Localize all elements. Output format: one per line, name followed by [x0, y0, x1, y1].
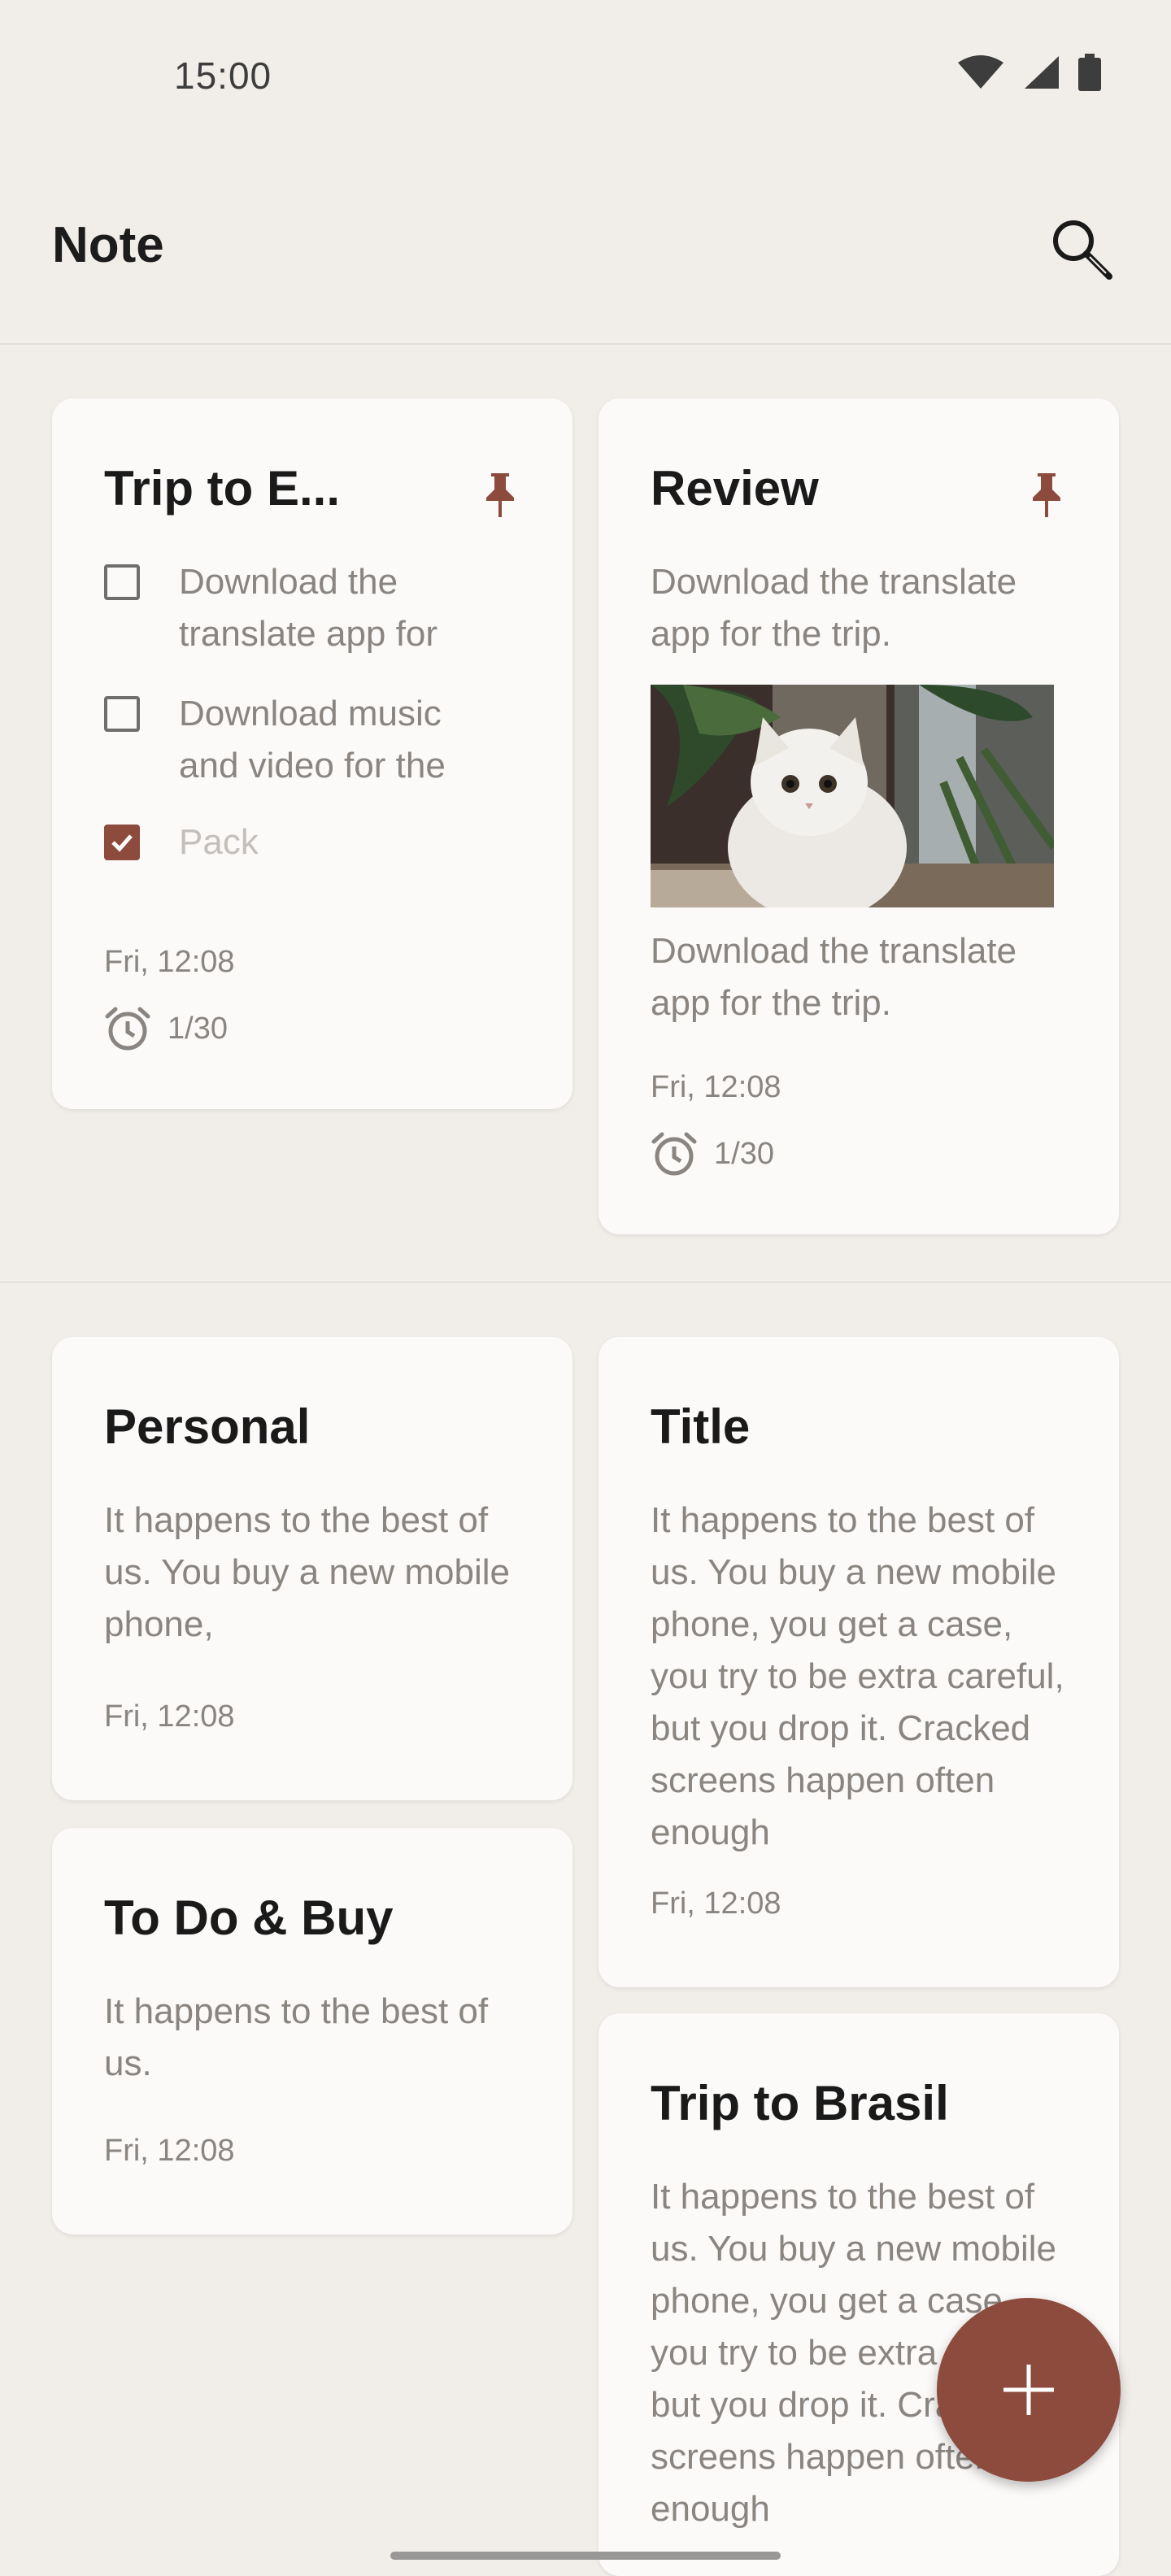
note-card-trip-brasil[interactable]: Trip to Brasil It happens to the best of…: [599, 2013, 1119, 2576]
pin-icon: [486, 473, 514, 517]
note-text: It happens to the best of us. You buy a …: [104, 1500, 511, 1644]
check-icon: [111, 834, 133, 852]
checklist-item[interactable]: Download music and video for the: [104, 688, 488, 792]
checkbox[interactable]: [104, 564, 140, 600]
note-card-trip-checklist[interactable]: Trip to E... Download the translate app …: [52, 398, 572, 1109]
pin-icon: [1033, 473, 1060, 517]
signal-icon: [1025, 56, 1059, 89]
note-date: Fri, 12:08: [104, 2134, 235, 2168]
alarm-clock-icon: [651, 1132, 697, 1176]
checklist-item[interactable]: Pack: [104, 816, 488, 868]
checklist-item-text: Download the translate app for: [179, 562, 437, 654]
status-icons: [956, 54, 1101, 91]
note-title: Trip to E...: [104, 461, 341, 516]
status-time: 15:00: [174, 54, 272, 97]
note-date: Fri, 12:08: [651, 1886, 781, 1921]
reminder-date: 1/30: [168, 1011, 228, 1046]
checkbox[interactable]: [104, 696, 140, 732]
note-card-todo-buy[interactable]: To Do & Buy It happens to the best of us…: [52, 1828, 572, 2234]
note-title: Personal: [104, 1399, 311, 1454]
note-date: Fri, 12:08: [651, 1070, 781, 1104]
reminder-date: 1/30: [714, 1136, 774, 1171]
checkbox-checked[interactable]: [104, 825, 140, 860]
reminder: 1/30: [104, 1005, 228, 1052]
note-text: It happens to the best of us.: [104, 1991, 489, 2083]
search-icon: [1053, 220, 1112, 280]
section-divider: [0, 1281, 1171, 1283]
checklist-item-text: Download music and video for the: [179, 694, 446, 785]
status-bar: 15:00: [0, 0, 1171, 154]
checklist-item[interactable]: Download the translate app for: [104, 556, 488, 660]
add-note-button[interactable]: [937, 2298, 1121, 2482]
note-title: Title: [651, 1399, 751, 1454]
note-card-personal[interactable]: Personal It happens to the best of us. Y…: [52, 1337, 572, 1800]
search-button[interactable]: [1043, 211, 1121, 289]
note-title: To Do & Buy: [104, 1891, 394, 1945]
note-card-title[interactable]: Title It happens to the best of us. You …: [599, 1337, 1119, 1987]
cat-photo: [651, 685, 1054, 907]
note-text: Download the translate app for the trip.: [651, 931, 1017, 1023]
note-text: It happens to the best of us. You buy a …: [651, 1500, 1064, 1852]
checklist-item-text: Pack: [179, 822, 259, 862]
note-title: Review: [651, 461, 819, 516]
wifi-icon: [958, 55, 1003, 89]
note-text: Download the translate app for the trip.: [651, 562, 1017, 654]
home-indicator[interactable]: [390, 2552, 781, 2560]
note-card-review[interactable]: Review Download the translate app for th…: [599, 398, 1119, 1234]
note-date: Fri, 12:08: [104, 1699, 235, 1734]
reminder: 1/30: [651, 1130, 774, 1177]
note-title: Trip to Brasil: [651, 2076, 949, 2130]
app-bar: Note: [0, 154, 1171, 345]
plus-icon: [1003, 2365, 1054, 2415]
battery-icon: [1078, 54, 1101, 91]
alarm-clock-icon: [105, 1007, 150, 1051]
page-title: Note: [52, 217, 164, 273]
note-date: Fri, 12:08: [104, 945, 235, 979]
